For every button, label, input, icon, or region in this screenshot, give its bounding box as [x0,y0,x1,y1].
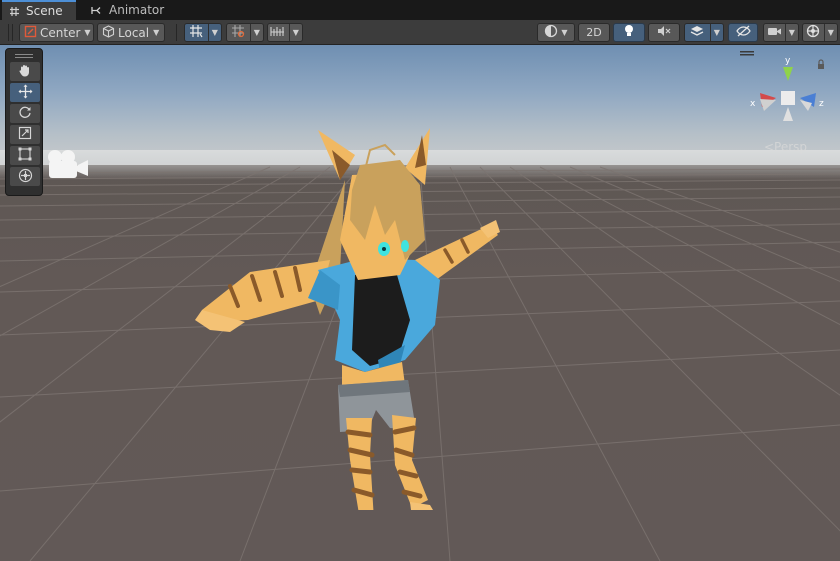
snap-grid-icon [231,24,246,41]
chevron-down-icon: ▼ [211,28,218,37]
move-tool-button[interactable] [10,83,40,102]
effects-toggle[interactable] [685,24,710,41]
scene-toolbar: Center ▼ Local ▼ ▼ ▼ ▼ ▼ 2D ▼ ▼ ▼ [0,20,840,45]
gizmo-menu-icon [740,51,754,56]
chevron-down-icon: ▼ [788,28,795,37]
tab-scene-label: Scene [26,4,63,18]
grid-toggle-group: ▼ [184,23,222,42]
chevron-down-icon: ▼ [253,28,260,37]
chevron-down-icon: ▼ [561,28,568,37]
lighting-toggle[interactable] [613,23,645,42]
rect-transform-icon [18,147,32,164]
hand-icon [18,63,32,80]
pivot-mode-label: Center [40,25,81,40]
camera-icon [767,26,782,40]
chevron-down-icon: ▼ [292,28,299,37]
chevron-down-icon: ▼ [84,28,91,37]
chevron-down-icon: ▼ [713,28,720,37]
camera-settings-group: ▼ [763,23,799,42]
pivot-mode-dropdown[interactable]: Center ▼ [19,23,94,42]
palette-grip[interactable] [9,52,39,60]
grid-icon [189,24,204,41]
draw-mode-group: ▼ [537,23,575,42]
chevron-down-icon: ▼ [153,28,160,37]
speaker-mute-icon [657,25,671,40]
snap-toggle-group: ▼ [226,23,264,42]
layers-icon [690,25,704,41]
lock-icon[interactable] [818,59,824,69]
scene-camera-icon[interactable] [45,148,91,185]
ruler-icon [270,25,286,40]
gizmo-y-axis[interactable] [783,67,793,81]
animator-icon [91,5,103,16]
transform-all-icon [18,168,33,186]
gizmo-x-label: x [750,99,756,109]
toolbar-grip-2 [12,24,13,41]
character-model[interactable] [190,110,510,510]
gizmo-y-label: y [785,56,791,66]
mode-2d-label: 2D [586,26,602,39]
view-tool-button[interactable] [10,62,40,81]
eye-hidden-icon [735,25,751,40]
pivot-center-icon [24,25,37,41]
transform-tool-button[interactable] [10,167,40,186]
grid-options-dropdown[interactable]: ▼ [207,24,221,41]
draw-mode-dropdown[interactable]: ▼ [538,24,574,41]
tab-animator[interactable]: Animator [84,0,174,20]
tab-scene[interactable]: Scene [2,0,76,20]
gizmo-center-cube[interactable] [781,91,795,105]
snap-options-dropdown[interactable]: ▼ [249,24,263,41]
toolbar-grip [8,24,9,41]
gizmo-z-label: z [819,99,824,109]
cube-icon [102,24,115,41]
hidden-objects-toggle[interactable] [728,23,758,42]
rotate-tool-button[interactable] [10,104,40,123]
globe-icon [806,24,820,41]
gizmos-toggle[interactable] [803,24,824,41]
camera-settings-button[interactable] [764,24,785,41]
pivot-rotation-label: Local [118,25,150,40]
tool-palette [5,48,43,196]
mode-2d-toggle[interactable]: 2D [578,23,610,42]
tab-animator-label: Animator [109,3,165,17]
light-bulb-icon [623,24,635,41]
audio-toggle[interactable] [648,23,680,42]
camera-settings-dropdown[interactable]: ▼ [784,24,798,41]
move-arrows-icon [18,84,33,102]
effects-dropdown[interactable]: ▼ [709,24,723,41]
increment-snap-button[interactable] [268,24,289,41]
chevron-down-icon: ▼ [827,28,834,37]
projection-label[interactable]: <Persp [764,140,807,154]
rect-tool-button[interactable] [10,146,40,165]
scale-tool-button[interactable] [10,125,40,144]
scale-icon [18,126,32,143]
increment-snap-group: ▼ [267,23,303,42]
grid-toggle-button[interactable] [185,24,208,41]
tab-bar: Scene Animator [0,0,840,20]
scene-viewport[interactable]: y x z <Persp [0,45,840,561]
hash-icon [9,6,20,17]
gizmos-dropdown[interactable]: ▼ [823,24,837,41]
toolbar-divider [176,24,177,41]
gizmos-group: ▼ [802,23,838,42]
shading-sphere-icon [544,24,558,41]
rotate-icon [18,105,32,122]
effects-group: ▼ [684,23,724,42]
snap-toggle-button[interactable] [227,24,250,41]
increment-snap-dropdown[interactable]: ▼ [288,24,302,41]
pivot-rotation-dropdown[interactable]: Local ▼ [97,23,165,42]
